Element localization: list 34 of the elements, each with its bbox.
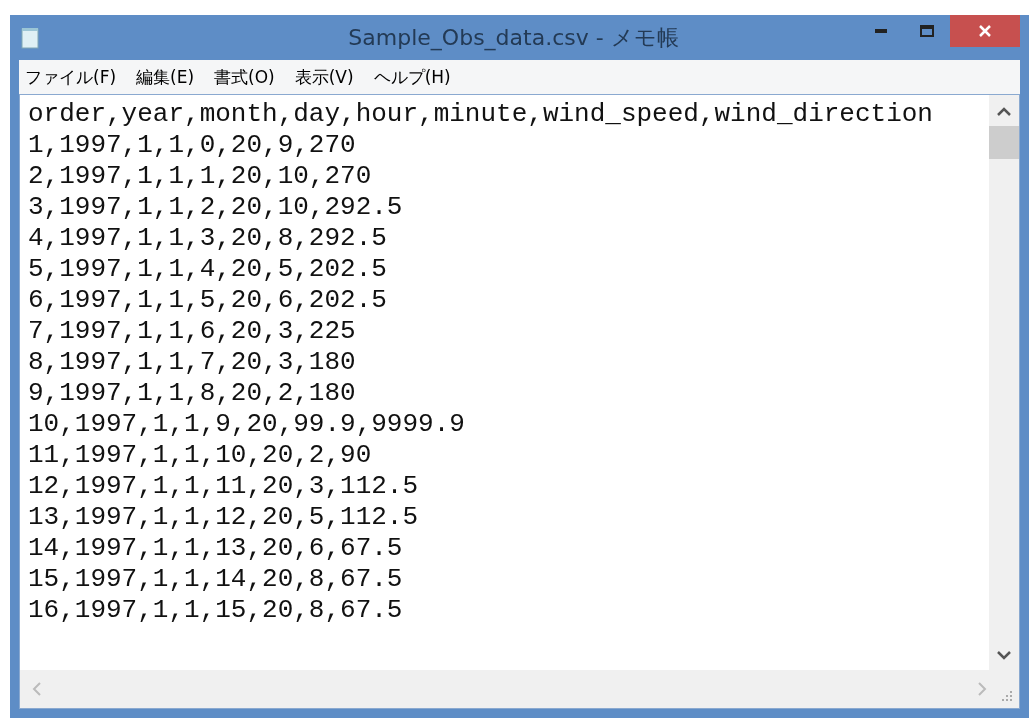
text-line: 9,1997,1,1,8,20,2,180 (28, 378, 357, 409)
text-line: 16,1997,1,1,15,20,8,67.5 (28, 595, 404, 626)
menu-item[interactable]: ファイル(F) (25, 65, 117, 89)
scroll-down-icon[interactable] (997, 651, 1011, 660)
menu-item[interactable]: 編集(E) (136, 65, 195, 89)
text-line: 12,1997,1,1,11,20,3,112.5 (28, 471, 420, 502)
text-line: 10,1997,1,1,9,20,99.9,9999.9 (28, 409, 466, 440)
notepad-icon (21, 26, 39, 49)
text-line: 8,1997,1,1,7,20,3,180 (28, 347, 357, 378)
text-line: 2,1997,1,1,1,20,10,270 (28, 161, 373, 192)
window-title: Sample_Obs_data.csv - メモ帳 (347, 23, 680, 53)
text-line: 6,1997,1,1,5,20,6,202.5 (28, 285, 388, 316)
close-icon (978, 24, 992, 38)
scroll-thumb[interactable] (989, 126, 1019, 159)
text-line: 4,1997,1,1,3,20,8,292.5 (28, 223, 388, 254)
text-line: 5,1997,1,1,4,20,5,202.5 (28, 254, 388, 285)
text-line: 1,1997,1,1,0,20,9,270 (28, 130, 357, 161)
text-line: 13,1997,1,1,12,20,5,112.5 (28, 502, 420, 533)
text-line: 14,1997,1,1,13,20,6,67.5 (28, 533, 404, 564)
text-line: 11,1997,1,1,10,20,2,90 (28, 440, 373, 471)
horizontal-scrollbar[interactable] (20, 670, 1019, 708)
minimize-icon (875, 29, 887, 33)
text-line: 3,1997,1,1,2,20,10,292.5 (28, 192, 404, 223)
text-line: 15,1997,1,1,14,20,8,67.5 (28, 564, 404, 595)
menu-item[interactable]: 書式(O) (214, 65, 275, 89)
maximize-icon (920, 25, 934, 37)
text-line: order,year,month,day,hour,minute,wind_speed,wind_direction (28, 99, 934, 130)
vertical-scrollbar[interactable] (989, 95, 1019, 670)
menu-item[interactable]: ヘルプ(H) (373, 65, 451, 89)
resize-grip-icon[interactable] (1001, 690, 1013, 702)
scroll-up-icon[interactable] (997, 107, 1011, 116)
text-line: 7,1997,1,1,6,20,3,225 (28, 316, 357, 347)
close-button[interactable] (950, 15, 1020, 47)
menu-item[interactable]: 表示(V) (294, 65, 354, 89)
